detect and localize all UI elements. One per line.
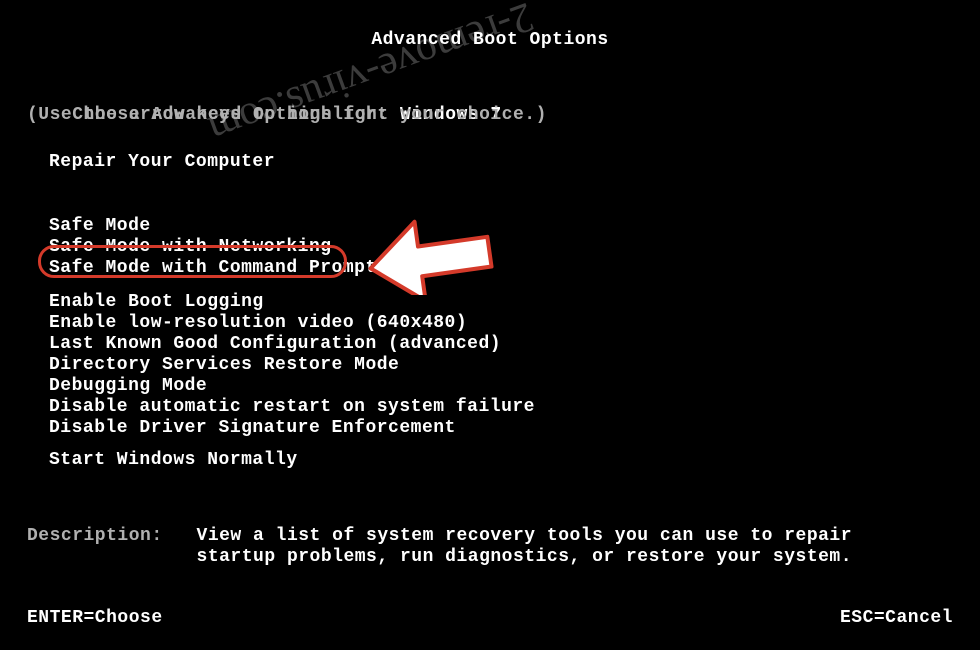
menu-item-repair-computer[interactable]: Repair Your Computer [49, 152, 275, 173]
arrow-left-icon [365, 205, 495, 295]
boot-options-screen: 2-remove-virus.com Advanced Boot Options… [0, 0, 980, 650]
description-text-line2: startup problems, run diagnostics, or re… [197, 547, 853, 567]
footer-esc: ESC=Cancel [840, 608, 953, 629]
arrow-keys-hint: (Use the arrow keys to highlight your ch… [27, 105, 547, 126]
menu-item-low-res-video[interactable]: Enable low-resolution video (640x480) [49, 313, 535, 334]
menu-group-repair: Repair Your Computer [49, 152, 275, 173]
footer-bar: ENTER=Choose ESC=Cancel [27, 608, 953, 629]
description-label: Description: [27, 526, 163, 546]
menu-item-boot-logging[interactable]: Enable Boot Logging [49, 292, 535, 313]
menu-item-safe-mode-command-prompt[interactable]: Safe Mode with Command Prompt [49, 258, 377, 279]
description-block: Description: View a list of system recov… [27, 526, 852, 568]
menu-item-safe-mode-networking[interactable]: Safe Mode with Networking [49, 237, 377, 258]
footer-enter: ENTER=Choose [27, 608, 163, 629]
menu-group-start: Start Windows Normally [49, 450, 298, 471]
menu-item-last-known-good[interactable]: Last Known Good Configuration (advanced) [49, 334, 535, 355]
page-title: Advanced Boot Options [0, 30, 980, 51]
menu-item-disable-driver-sig[interactable]: Disable Driver Signature Enforcement [49, 418, 535, 439]
menu-item-start-normally[interactable]: Start Windows Normally [49, 450, 298, 471]
description-text-line1: View a list of system recovery tools you… [197, 526, 853, 546]
menu-item-disable-auto-restart[interactable]: Disable automatic restart on system fail… [49, 397, 535, 418]
menu-group-safe-mode: Safe Mode Safe Mode with Networking Safe… [49, 216, 377, 279]
menu-group-advanced: Enable Boot Logging Enable low-resolutio… [49, 292, 535, 439]
menu-item-ds-restore-mode[interactable]: Directory Services Restore Mode [49, 355, 535, 376]
menu-item-debugging-mode[interactable]: Debugging Mode [49, 376, 535, 397]
menu-item-safe-mode[interactable]: Safe Mode [49, 216, 377, 237]
